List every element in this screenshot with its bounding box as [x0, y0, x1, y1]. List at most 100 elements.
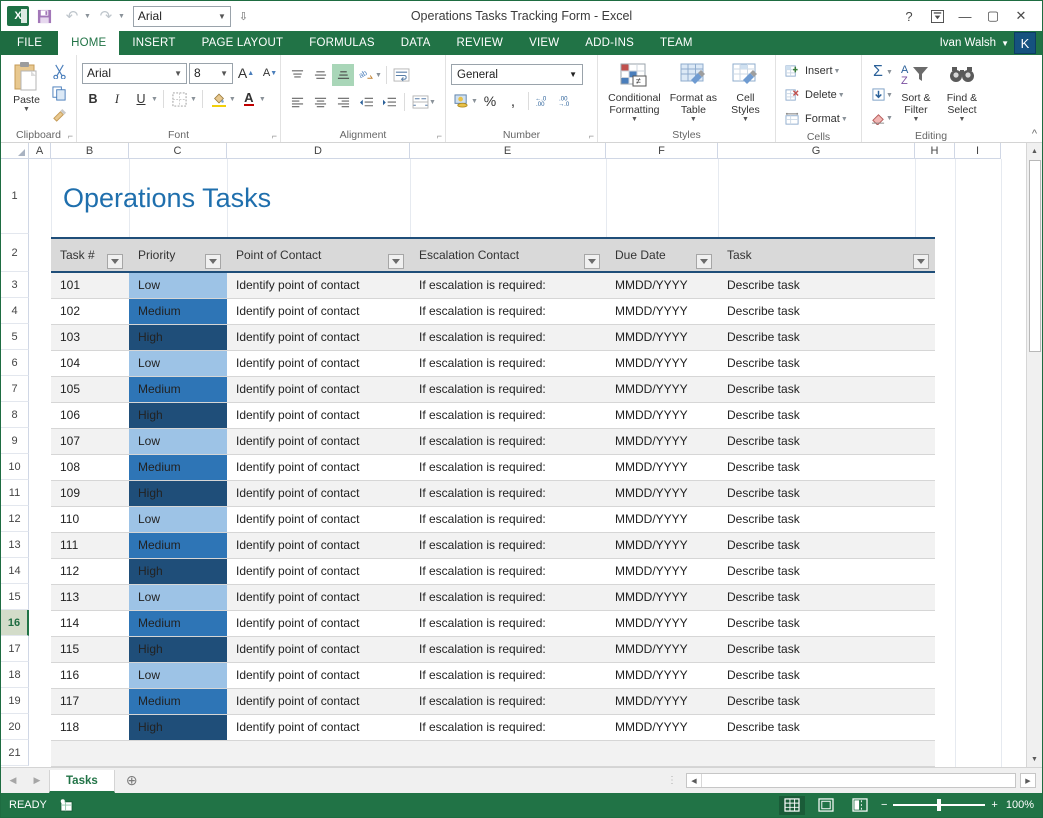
table-row[interactable]: 114MediumIdentify point of contactIf esc…: [51, 610, 935, 636]
fill-dropdown-icon[interactable]: ▼: [886, 92, 893, 99]
row-header-14[interactable]: 14: [1, 558, 29, 584]
decrease-decimal-icon[interactable]: .00→.0: [556, 90, 578, 112]
select-all-corner[interactable]: [1, 143, 29, 159]
cell-escalation[interactable]: If escalation is required:: [410, 454, 606, 480]
underline-button[interactable]: U: [130, 88, 152, 110]
cell-desc[interactable]: Describe task: [718, 662, 935, 688]
page-break-preview-icon[interactable]: [847, 796, 873, 815]
decrease-font-size-icon[interactable]: A▼: [259, 62, 281, 84]
cell-due[interactable]: MMDD/YYYY: [606, 480, 718, 506]
align-right-icon[interactable]: [332, 91, 354, 113]
column-header-e[interactable]: E: [410, 143, 606, 159]
cell-escalation[interactable]: If escalation is required:: [410, 480, 606, 506]
table-row[interactable]: 104LowIdentify point of contactIf escala…: [51, 350, 935, 376]
undo-dropdown-icon[interactable]: ▼: [84, 13, 91, 20]
cell-priority[interactable]: High: [129, 636, 227, 662]
cell-blank[interactable]: [51, 740, 129, 766]
delete-dropdown-icon[interactable]: ▼: [838, 92, 845, 99]
minimize-icon[interactable]: —: [952, 4, 978, 28]
insert-cells-button[interactable]: Insert ▼: [781, 59, 843, 83]
cell-escalation[interactable]: If escalation is required:: [410, 402, 606, 428]
clipboard-dialog-launcher-icon[interactable]: ⌐: [68, 131, 73, 141]
cell-task[interactable]: 112: [51, 558, 129, 584]
cell-task[interactable]: 117: [51, 688, 129, 714]
cell-contact[interactable]: Identify point of contact: [227, 480, 410, 506]
borders-icon[interactable]: [169, 88, 191, 110]
normal-view-icon[interactable]: [779, 796, 805, 815]
table-row[interactable]: 101LowIdentify point of contactIf escala…: [51, 272, 935, 298]
tab-review[interactable]: REVIEW: [444, 31, 517, 55]
cell-escalation[interactable]: If escalation is required:: [410, 376, 606, 402]
cell-task[interactable]: 104: [51, 350, 129, 376]
cell-due[interactable]: MMDD/YYYY: [606, 350, 718, 376]
scroll-left-icon[interactable]: ◀: [687, 774, 702, 787]
filter-dropdown-icon[interactable]: [584, 254, 600, 269]
help-icon[interactable]: ?: [896, 4, 922, 28]
zoom-slider[interactable]: − +: [881, 799, 998, 811]
column-header-d[interactable]: D: [227, 143, 410, 159]
tab-insert[interactable]: INSERT: [119, 31, 188, 55]
cell-due[interactable]: MMDD/YYYY: [606, 454, 718, 480]
zoom-out-button[interactable]: −: [881, 799, 887, 811]
tab-team[interactable]: TEAM: [647, 31, 706, 55]
cell-task[interactable]: 118: [51, 714, 129, 740]
cell-contact[interactable]: Identify point of contact: [227, 506, 410, 532]
row-header-2[interactable]: 2: [1, 234, 29, 272]
cell-desc[interactable]: Describe task: [718, 454, 935, 480]
merge-dropdown-icon[interactable]: ▼: [429, 99, 436, 106]
table-row[interactable]: 107LowIdentify point of contactIf escala…: [51, 428, 935, 454]
cell-task[interactable]: 110: [51, 506, 129, 532]
table-row[interactable]: 108MediumIdentify point of contactIf esc…: [51, 454, 935, 480]
borders-dropdown-icon[interactable]: ▼: [190, 96, 197, 103]
tab-page-layout[interactable]: PAGE LAYOUT: [189, 31, 297, 55]
autosum-button[interactable]: Σ ▼: [867, 61, 893, 83]
cell-due[interactable]: MMDD/YYYY: [606, 532, 718, 558]
font-color-dropdown-icon[interactable]: ▼: [259, 96, 266, 103]
row-header-16[interactable]: 16: [1, 610, 29, 636]
cell-blank[interactable]: [129, 740, 227, 766]
cell-styles-button[interactable]: Cell Styles ▼: [721, 60, 770, 124]
table-row[interactable]: 115HighIdentify point of contactIf escal…: [51, 636, 935, 662]
cell-contact[interactable]: Identify point of contact: [227, 714, 410, 740]
cell-escalation[interactable]: If escalation is required:: [410, 350, 606, 376]
insert-dropdown-icon[interactable]: ▼: [834, 68, 841, 75]
filter-dropdown-icon[interactable]: [696, 254, 712, 269]
tab-data[interactable]: DATA: [388, 31, 444, 55]
horizontal-scrollbar[interactable]: ◀: [686, 773, 1016, 788]
font-size-selector[interactable]: 8 ▼: [189, 63, 233, 84]
cell-blank[interactable]: [718, 740, 935, 766]
cell-contact[interactable]: Identify point of contact: [227, 610, 410, 636]
scroll-down-icon[interactable]: ▼: [1027, 751, 1043, 767]
cell-task[interactable]: 115: [51, 636, 129, 662]
cell-priority[interactable]: Medium: [129, 376, 227, 402]
cell-contact[interactable]: Identify point of contact: [227, 454, 410, 480]
cell-desc[interactable]: Describe task: [718, 558, 935, 584]
cell-due[interactable]: MMDD/YYYY: [606, 376, 718, 402]
format-as-table-button[interactable]: Format as Table ▼: [666, 60, 721, 124]
row-header-6[interactable]: 6: [1, 350, 29, 376]
cell-priority[interactable]: Medium: [129, 610, 227, 636]
font-dialog-launcher-icon[interactable]: ⌐: [272, 131, 277, 141]
column-header-b[interactable]: B: [51, 143, 129, 159]
font-color-button[interactable]: A: [238, 88, 260, 110]
cell-contact[interactable]: Identify point of contact: [227, 324, 410, 350]
cell-due[interactable]: MMDD/YYYY: [606, 402, 718, 428]
table-row[interactable]: 102MediumIdentify point of contactIf esc…: [51, 298, 935, 324]
cell-desc[interactable]: Describe task: [718, 532, 935, 558]
table-row[interactable]: 105MediumIdentify point of contactIf esc…: [51, 376, 935, 402]
bold-button[interactable]: B: [82, 88, 104, 110]
zoom-thumb[interactable]: [937, 799, 941, 811]
cell-task[interactable]: 102: [51, 298, 129, 324]
cell-due[interactable]: MMDD/YYYY: [606, 324, 718, 350]
italic-button[interactable]: I: [106, 88, 128, 110]
next-sheet-icon[interactable]: ▶: [25, 768, 49, 793]
zoom-level[interactable]: 100%: [1006, 799, 1034, 811]
cell-priority[interactable]: Low: [129, 662, 227, 688]
cell-escalation[interactable]: If escalation is required:: [410, 506, 606, 532]
cell-desc[interactable]: Describe task: [718, 272, 935, 298]
close-icon[interactable]: ✕: [1008, 4, 1034, 28]
filter-dropdown-icon[interactable]: [913, 254, 929, 269]
merge-and-center-icon[interactable]: [409, 91, 431, 113]
cell-priority[interactable]: Low: [129, 350, 227, 376]
record-macro-icon[interactable]: [59, 799, 74, 812]
